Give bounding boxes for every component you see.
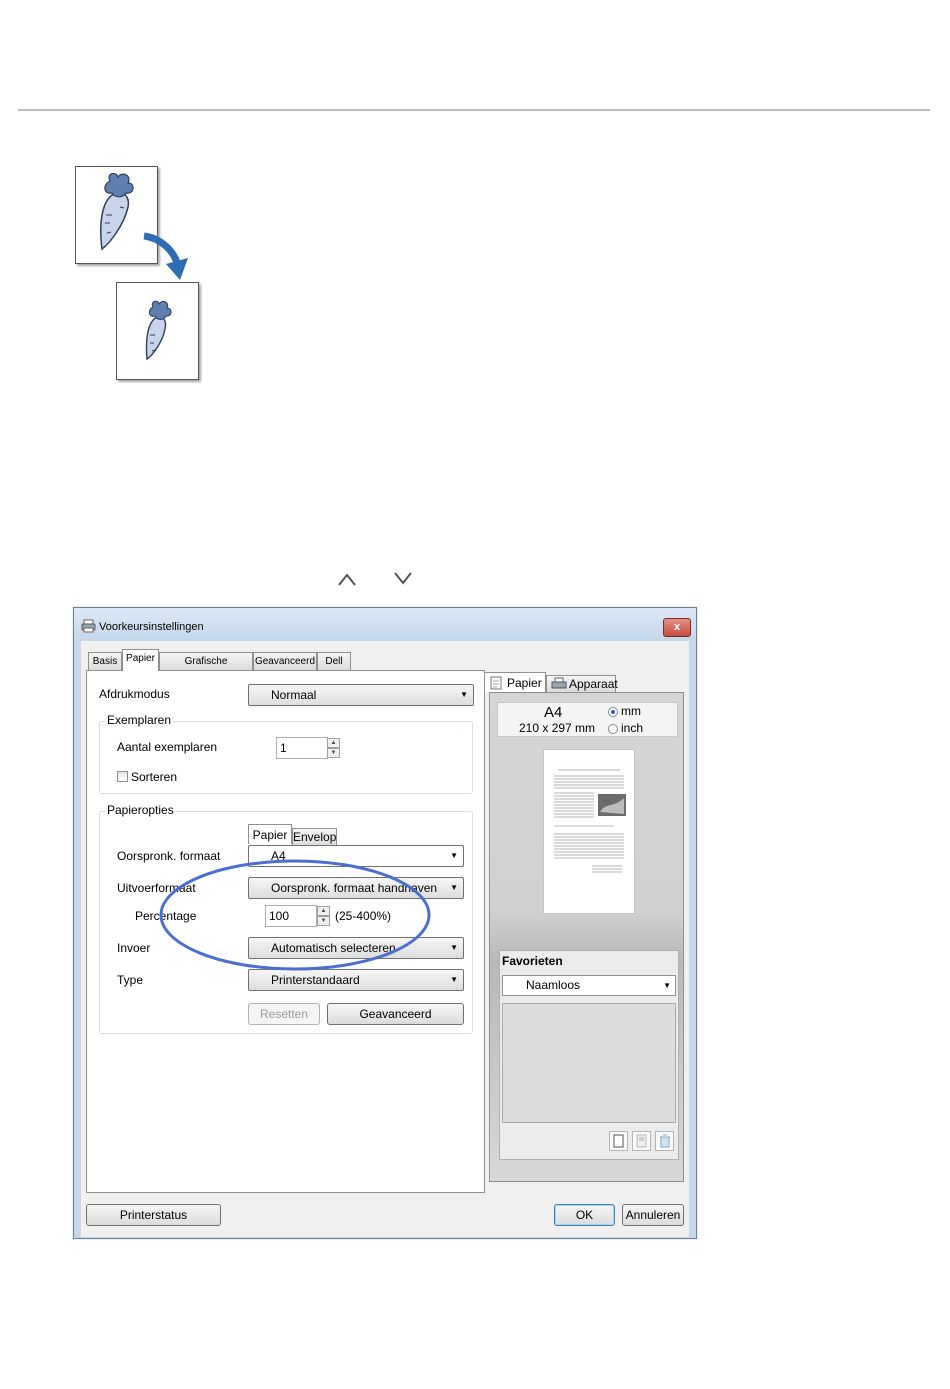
cancel-button[interactable]: Annuleren [622, 1204, 684, 1226]
size-name: A4 [544, 704, 563, 721]
favorites-title: Favorieten [502, 954, 563, 968]
printmode-value: Normaal [271, 688, 317, 702]
title-bar[interactable]: Voorkeursinstellingen x [74, 608, 696, 640]
copies-input[interactable]: 1 [276, 737, 328, 759]
dropdown-arrow-icon: ▼ [460, 690, 468, 699]
chevron-down-icon [394, 572, 412, 585]
trash-icon [660, 1134, 670, 1148]
paper-options-title: Papieropties [105, 803, 176, 817]
dropdown-arrow-icon: ▼ [663, 981, 671, 990]
highlight-ellipse [159, 859, 431, 971]
printer-status-button[interactable]: Printerstatus [86, 1204, 221, 1226]
tab-dell[interactable]: Dell [317, 652, 351, 670]
copies-group-title: Exemplaren [105, 713, 174, 727]
printmode-select[interactable]: Normaal ▼ [248, 684, 474, 706]
close-button[interactable]: x [663, 618, 691, 637]
subtab-envelop[interactable]: Envelop [292, 828, 337, 845]
document-thumbnail [554, 769, 626, 873]
unit-mm-radio[interactable] [608, 707, 618, 717]
save-icon [636, 1134, 647, 1148]
advanced-button[interactable]: Geavanceerd [327, 1003, 464, 1025]
preview-tab-apparaat-label: Apparaat [569, 677, 618, 691]
subtab-papier[interactable]: Papier [248, 824, 292, 844]
stepper-up-icon[interactable]: ▲ [327, 738, 340, 748]
stepper-down-icon[interactable]: ▼ [327, 748, 340, 758]
preview-pane: A4 210 x 297 mm mm inch Favorieten Naaml… [489, 692, 684, 1182]
scroll-arrows [338, 572, 412, 586]
size-dims: 210 x 297 mm [519, 721, 596, 735]
printer-icon [551, 677, 567, 689]
dialog-title: Voorkeursinstellingen [99, 621, 204, 633]
preview-tab-papier-label: Papier [507, 676, 542, 690]
header-rule [18, 109, 930, 111]
delete-favorite-button[interactable] [655, 1131, 674, 1151]
favorites-box: Favorieten Naamloos ▼ [499, 950, 679, 1160]
reduced-page-illustration [116, 282, 199, 380]
page-preview [543, 749, 635, 914]
unit-mm-label: mm [621, 704, 641, 718]
save-favorite-button[interactable] [632, 1131, 651, 1151]
favorites-list[interactable] [502, 1003, 676, 1123]
dropdown-arrow-icon: ▼ [450, 851, 458, 860]
dropdown-arrow-icon: ▼ [450, 883, 458, 892]
chevron-up-icon [338, 573, 356, 586]
printer-icon [81, 619, 96, 633]
ok-button[interactable]: OK [554, 1204, 615, 1226]
carrot-icon [145, 300, 172, 361]
type-label: Type [117, 973, 144, 987]
collate-label: Sorteren [131, 770, 178, 784]
tab-papier[interactable]: Papier [122, 649, 159, 671]
favorites-selected: Naamloos [526, 978, 581, 992]
unit-inch-radio[interactable] [608, 724, 618, 734]
tab-geavanceerd[interactable]: Geavanceerd [253, 652, 317, 670]
page-icon [490, 676, 502, 690]
size-info-box: A4 210 x 297 mm mm inch [497, 702, 678, 737]
preview-tab-papier[interactable]: Papier [484, 672, 546, 692]
dropdown-arrow-icon: ▼ [450, 943, 458, 952]
favorites-select[interactable]: Naamloos ▼ [502, 975, 676, 996]
copies-label: Aantal exemplaren [117, 740, 218, 754]
new-page-icon [613, 1134, 624, 1148]
printmode-label: Afdrukmodus [99, 687, 170, 701]
tab-grafische-elementen[interactable]: Grafische elementen [159, 652, 253, 685]
unit-inch-label: inch [621, 721, 644, 735]
collate-checkbox[interactable] [117, 771, 128, 782]
copies-stepper[interactable]: ▲ ▼ [327, 738, 340, 758]
source-label: Invoer [117, 941, 151, 955]
new-favorite-button[interactable] [609, 1131, 628, 1151]
reduce-arrow-icon [143, 232, 188, 280]
preview-tab-apparaat[interactable]: Apparaat [546, 675, 618, 692]
dropdown-arrow-icon: ▼ [450, 975, 458, 984]
tab-basis[interactable]: Basis [88, 652, 122, 670]
reset-button[interactable]: Resetten [248, 1003, 320, 1025]
